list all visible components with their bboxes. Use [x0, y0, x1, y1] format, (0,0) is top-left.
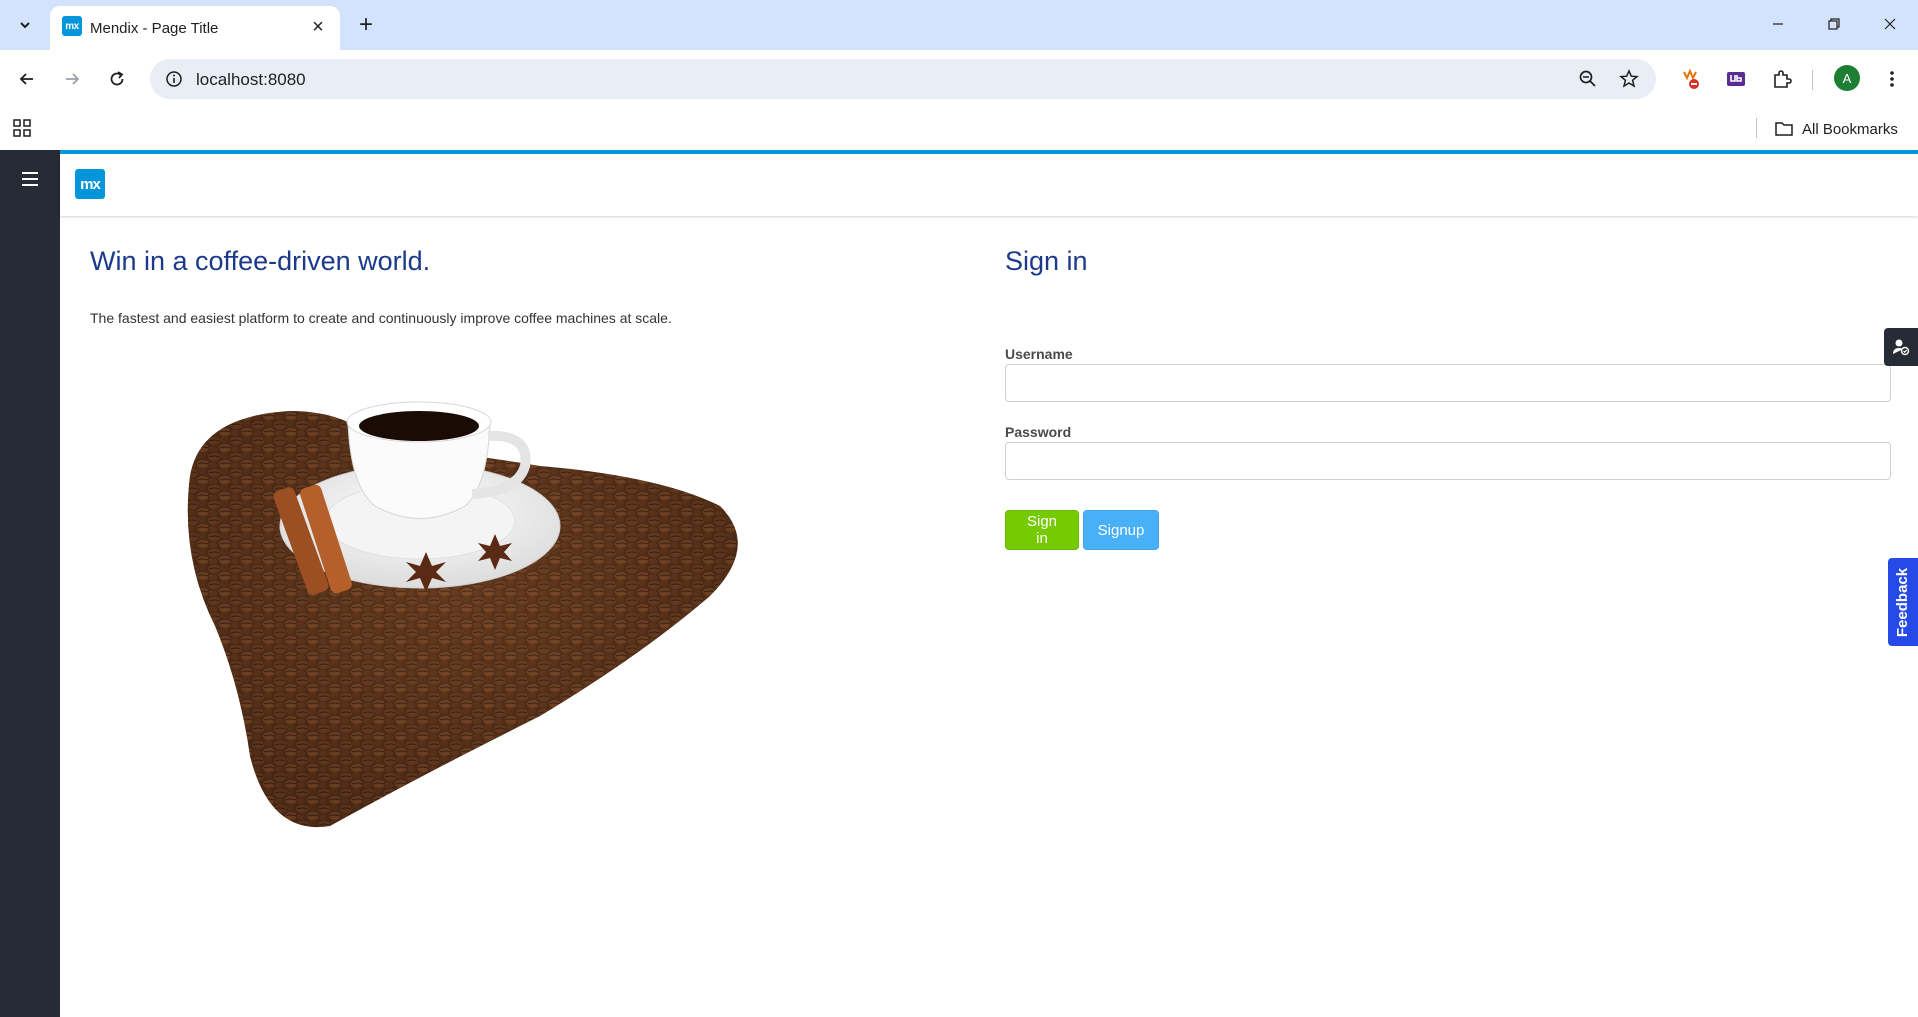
signin-button[interactable]: Sign in — [1005, 510, 1079, 550]
bookmarks-divider — [1756, 118, 1757, 138]
bookmarks-bar: All Bookmarks — [0, 108, 1918, 150]
tab-search-chevron-icon[interactable] — [10, 10, 40, 40]
feedback-label: Feedback — [1894, 567, 1912, 637]
user-assist-widget[interactable] — [1884, 328, 1918, 366]
forward-icon[interactable] — [55, 62, 89, 96]
mendix-app: mx Win in a coffee-driven world. The fas… — [0, 150, 1918, 1017]
signup-button[interactable]: Signup — [1083, 510, 1159, 550]
login-page-content: Win in a coffee-driven world. The fastes… — [60, 216, 1918, 1017]
toolbar-divider — [1812, 70, 1813, 90]
coffee-heart-image — [187, 401, 738, 828]
restore-icon[interactable] — [1812, 8, 1856, 40]
browser-tab[interactable]: mx Mendix - Page Title × — [50, 6, 340, 50]
folder-icon — [1775, 122, 1793, 136]
new-tab-icon[interactable]: + — [352, 11, 380, 39]
all-bookmarks-button[interactable]: All Bookmarks — [1774, 116, 1898, 142]
all-bookmarks-label: All Bookmarks — [1802, 120, 1898, 138]
mendix-favicon-icon: mx — [62, 16, 82, 36]
close-window-icon[interactable] — [1868, 8, 1912, 40]
bookmark-star-icon[interactable] — [1615, 65, 1643, 93]
feedback-tab[interactable]: Feedback — [1888, 558, 1918, 646]
hamburger-menu-icon[interactable] — [22, 172, 38, 186]
browser-tabstrip: mx Mendix - Page Title × + — [0, 0, 1918, 50]
tab-close-icon[interactable]: × — [306, 15, 330, 39]
browser-menu-icon[interactable] — [1876, 63, 1908, 95]
extensions-puzzle-icon[interactable] — [1766, 63, 1798, 95]
username-label: Username — [1005, 346, 1073, 362]
app-topbar: mx — [60, 150, 1918, 216]
back-icon[interactable] — [10, 62, 44, 96]
apps-grid-icon[interactable] — [12, 118, 36, 142]
hero-subtitle: The fastest and easiest platform to crea… — [90, 310, 672, 326]
address-bar-url: localhost:8080 — [196, 70, 306, 89]
signin-title: Sign in — [1005, 246, 1088, 276]
site-info-icon[interactable] — [160, 65, 188, 93]
user-check-icon — [1893, 339, 1910, 356]
profile-avatar[interactable]: A — [1834, 65, 1860, 91]
hero-title: Win in a coffee-driven world. — [90, 246, 431, 276]
username-input[interactable] — [1005, 364, 1891, 402]
minimize-icon[interactable] — [1756, 8, 1800, 40]
password-input[interactable] — [1005, 442, 1891, 480]
zoom-out-icon[interactable] — [1574, 65, 1602, 93]
tab-title: Mendix - Page Title — [90, 20, 219, 37]
reload-icon[interactable] — [100, 62, 134, 96]
browser-toolbar: localhost:8080 A — [0, 50, 1918, 108]
extension-ublock-icon[interactable] — [1720, 63, 1752, 95]
password-label: Password — [1005, 424, 1072, 440]
address-bar[interactable]: localhost:8080 — [150, 59, 1656, 99]
app-sidebar — [0, 150, 60, 1017]
extension-blocker-icon[interactable] — [1674, 63, 1706, 95]
mendix-logo[interactable]: mx — [75, 169, 105, 199]
